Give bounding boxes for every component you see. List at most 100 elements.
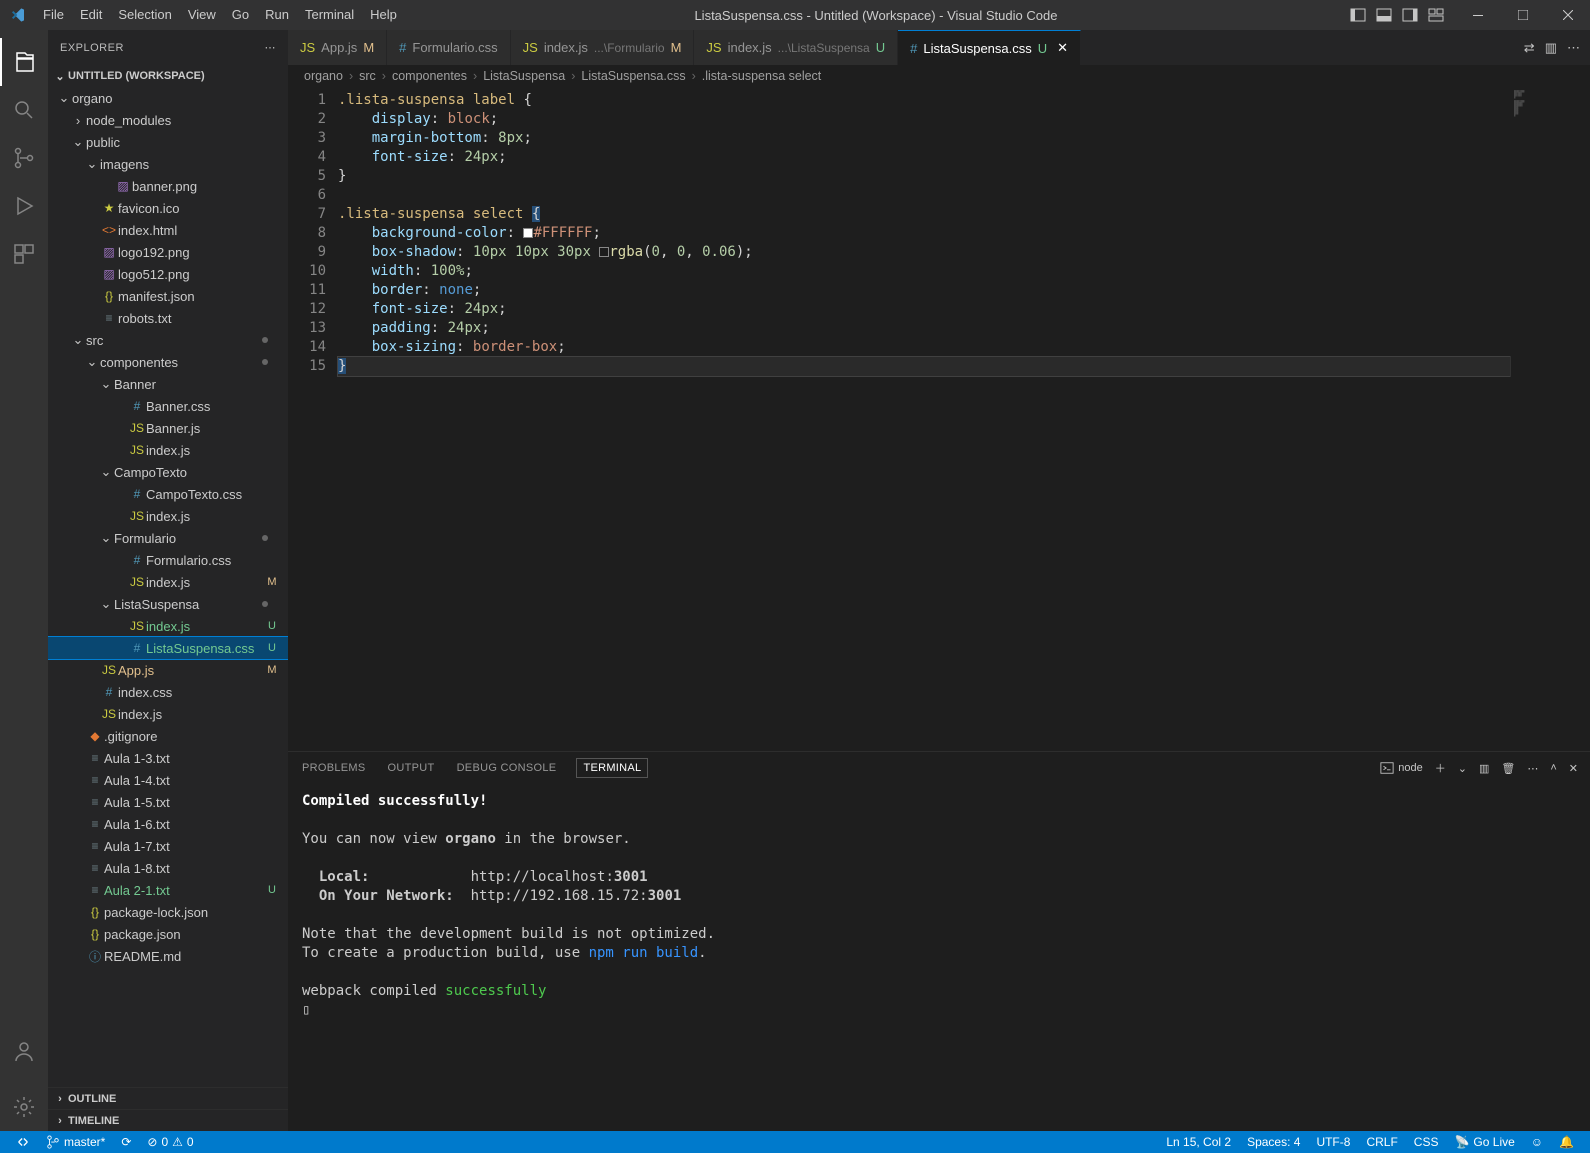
file-readme.md[interactable]: ⓘREADME.md — [48, 945, 288, 967]
customize-layout-icon[interactable] — [1425, 4, 1447, 26]
file-robots.txt[interactable]: ≡robots.txt — [48, 307, 288, 329]
breadcrumb-item[interactable]: organo — [304, 69, 343, 83]
folder-banner[interactable]: ⌄Banner — [48, 373, 288, 395]
panel-tab-debug-console[interactable]: DEBUG CONSOLE — [455, 758, 559, 778]
split-terminal-icon[interactable]: ▥ — [1479, 762, 1489, 775]
new-terminal-icon[interactable]: ＋ — [1435, 760, 1446, 776]
terminal-output[interactable]: Compiled successfully! You can now view … — [288, 784, 1590, 1131]
panel-tab-problems[interactable]: PROBLEMS — [300, 758, 368, 778]
menu-selection[interactable]: Selection — [110, 0, 179, 30]
menu-run[interactable]: Run — [257, 0, 297, 30]
folder-campotexto[interactable]: ⌄CampoTexto — [48, 461, 288, 483]
maximize-button[interactable] — [1500, 0, 1545, 30]
feedback[interactable]: ☺ — [1523, 1135, 1551, 1149]
file-index.html[interactable]: <>index.html — [48, 219, 288, 241]
file-index.js[interactable]: JSindex.js — [48, 703, 288, 725]
close-panel-icon[interactable]: ✕ — [1569, 762, 1578, 775]
maximize-panel-icon[interactable]: ˄ — [1550, 762, 1556, 774]
go-live[interactable]: 📡Go Live — [1446, 1135, 1522, 1149]
breadcrumb-item[interactable]: .lista-suspensa select — [702, 69, 822, 83]
folder-src[interactable]: ⌄src — [48, 329, 288, 351]
file-aula 1-3.txt[interactable]: ≡Aula 1-3.txt — [48, 747, 288, 769]
workspace-section[interactable]: ⌄ UNTITLED (WORKSPACE) — [48, 65, 288, 87]
file-banner.js[interactable]: JSBanner.js — [48, 417, 288, 439]
file-aula 1-8.txt[interactable]: ≡Aula 1-8.txt — [48, 857, 288, 879]
menu-view[interactable]: View — [180, 0, 224, 30]
toggle-primary-sidebar-icon[interactable] — [1347, 4, 1369, 26]
compare-changes-icon[interactable]: ⇄ — [1524, 40, 1535, 56]
breadcrumbs[interactable]: organo›src›componentes›ListaSuspensa›Lis… — [288, 65, 1590, 87]
panel-tab-output[interactable]: OUTPUT — [386, 758, 437, 778]
indentation[interactable]: Spaces: 4 — [1239, 1135, 1308, 1149]
file-aula 1-6.txt[interactable]: ≡Aula 1-6.txt — [48, 813, 288, 835]
file-index.css[interactable]: #index.css — [48, 681, 288, 703]
menu-terminal[interactable]: Terminal — [297, 0, 362, 30]
folder-componentes[interactable]: ⌄componentes — [48, 351, 288, 373]
sidebar-more-icon[interactable]: ⋯ — [265, 41, 277, 54]
tab-index-js[interactable]: JSindex.js...\FormularioM — [511, 30, 695, 65]
breadcrumb-item[interactable]: ListaSuspensa.css — [581, 69, 685, 83]
run-debug-icon[interactable] — [0, 182, 48, 230]
menu-file[interactable]: File — [35, 0, 72, 30]
file-favicon.ico[interactable]: ★favicon.ico — [48, 197, 288, 219]
problems-status[interactable]: ⊘0 ⚠0 — [139, 1135, 201, 1149]
file-tree[interactable]: ⌄organo›node_modules⌄public⌄imagens▨bann… — [48, 87, 288, 1087]
menu-edit[interactable]: Edit — [72, 0, 110, 30]
file-logo192.png[interactable]: ▨logo192.png — [48, 241, 288, 263]
close-tab-icon[interactable]: ✕ — [1057, 40, 1068, 56]
folder-node_modules[interactable]: ›node_modules — [48, 109, 288, 131]
explorer-icon[interactable] — [0, 38, 48, 86]
extensions-icon[interactable] — [0, 230, 48, 278]
file-app.js[interactable]: JSApp.jsM — [48, 659, 288, 681]
file-package.json[interactable]: {}package.json — [48, 923, 288, 945]
tab-listasuspensa-css[interactable]: #ListaSuspensa.cssU✕ — [898, 30, 1081, 65]
menu-go[interactable]: Go — [224, 0, 257, 30]
file-.gitignore[interactable]: ◆.gitignore — [48, 725, 288, 747]
menu-help[interactable]: Help — [362, 0, 405, 30]
file-logo512.png[interactable]: ▨logo512.png — [48, 263, 288, 285]
toggle-secondary-sidebar-icon[interactable] — [1399, 4, 1421, 26]
folder-public[interactable]: ⌄public — [48, 131, 288, 153]
file-aula 2-1.txt[interactable]: ≡Aula 2-1.txtU — [48, 879, 288, 901]
accounts-icon[interactable] — [0, 1027, 48, 1075]
breadcrumb-item[interactable]: componentes — [392, 69, 467, 83]
terminal-shell-label[interactable]: node — [1380, 761, 1422, 775]
timeline-section[interactable]: ›TIMELINE — [48, 1109, 288, 1131]
file-campotexto.css[interactable]: #CampoTexto.css — [48, 483, 288, 505]
file-index.js[interactable]: JSindex.jsM — [48, 571, 288, 593]
file-formulario.css[interactable]: #Formulario.css — [48, 549, 288, 571]
folder-formulario[interactable]: ⌄Formulario — [48, 527, 288, 549]
git-branch[interactable]: master* — [38, 1135, 113, 1149]
language-mode[interactable]: CSS — [1406, 1135, 1447, 1149]
encoding[interactable]: UTF-8 — [1308, 1135, 1358, 1149]
tab-index-js[interactable]: JSindex.js...\ListaSuspensaU — [694, 30, 898, 65]
file-listasuspensa.css[interactable]: #ListaSuspensa.cssU — [48, 637, 288, 659]
file-manifest.json[interactable]: {}manifest.json — [48, 285, 288, 307]
panel-tab-terminal[interactable]: TERMINAL — [576, 758, 648, 778]
code-editor[interactable]: 123456789101112131415 .lista-suspensa la… — [288, 87, 1590, 751]
file-package-lock.json[interactable]: {}package-lock.json — [48, 901, 288, 923]
file-index.js[interactable]: JSindex.js — [48, 505, 288, 527]
tab-formulario-css[interactable]: #Formulario.css — [387, 30, 510, 65]
cursor-position[interactable]: Ln 15, Col 2 — [1158, 1135, 1239, 1149]
remote-button[interactable] — [8, 1135, 38, 1149]
file-aula 1-7.txt[interactable]: ≡Aula 1-7.txt — [48, 835, 288, 857]
file-aula 1-4.txt[interactable]: ≡Aula 1-4.txt — [48, 769, 288, 791]
eol[interactable]: CRLF — [1358, 1135, 1405, 1149]
file-aula 1-5.txt[interactable]: ≡Aula 1-5.txt — [48, 791, 288, 813]
terminal-dropdown-icon[interactable]: ⌄ — [1458, 762, 1467, 775]
file-index.js[interactable]: JSindex.jsU — [48, 615, 288, 637]
split-editor-icon[interactable]: ▥ — [1545, 40, 1557, 56]
file-index.js[interactable]: JSindex.js — [48, 439, 288, 461]
breadcrumb-item[interactable]: ListaSuspensa — [483, 69, 565, 83]
minimize-button[interactable] — [1455, 0, 1500, 30]
toggle-panel-icon[interactable] — [1373, 4, 1395, 26]
file-banner.png[interactable]: ▨banner.png — [48, 175, 288, 197]
file-banner.css[interactable]: #Banner.css — [48, 395, 288, 417]
folder-imagens[interactable]: ⌄imagens — [48, 153, 288, 175]
breadcrumb-item[interactable]: src — [359, 69, 376, 83]
code-content[interactable]: .lista-suspensa label { display: block; … — [338, 87, 1510, 751]
tab-app-js[interactable]: JSApp.jsM — [288, 30, 387, 65]
outline-section[interactable]: ›OUTLINE — [48, 1087, 288, 1109]
folder-listasuspensa[interactable]: ⌄ListaSuspensa — [48, 593, 288, 615]
